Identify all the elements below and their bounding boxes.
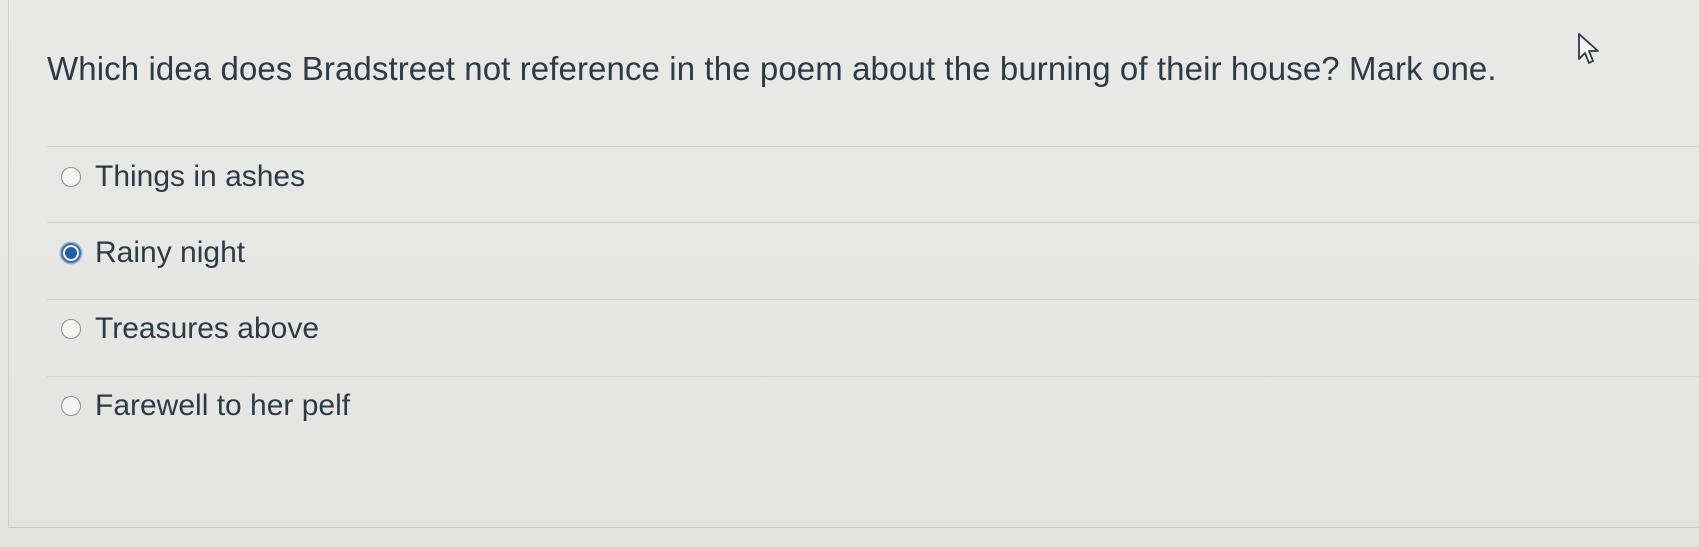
divider [47, 222, 1699, 223]
radio-button[interactable] [61, 396, 81, 416]
radio-button-selected[interactable] [61, 243, 81, 263]
divider [47, 146, 1699, 147]
answer-option-rainy-night[interactable]: Rainy night [61, 236, 245, 270]
answer-label: Rainy night [95, 236, 246, 269]
mouse-pointer-icon [1578, 33, 1599, 64]
answer-option-things-in-ashes[interactable]: Things in ashes [61, 160, 305, 194]
answer-option-treasures-above[interactable]: Treasures above [61, 312, 319, 346]
answer-label: Treasures above [95, 312, 320, 345]
answer-label: Farewell to her pelf [95, 389, 351, 422]
answer-option-farewell-to-her-pelf[interactable]: Farewell to her pelf [61, 389, 350, 423]
radio-button[interactable] [61, 319, 81, 339]
answer-label: Things in ashes [95, 160, 306, 193]
question-text: Which idea does Bradstreet not reference… [47, 50, 1497, 87]
divider [47, 299, 1699, 300]
radio-button[interactable] [61, 167, 81, 187]
divider [47, 376, 1699, 377]
question-card: Which idea does Bradstreet not reference… [8, 0, 1699, 528]
radio-selected-dot [65, 247, 77, 259]
